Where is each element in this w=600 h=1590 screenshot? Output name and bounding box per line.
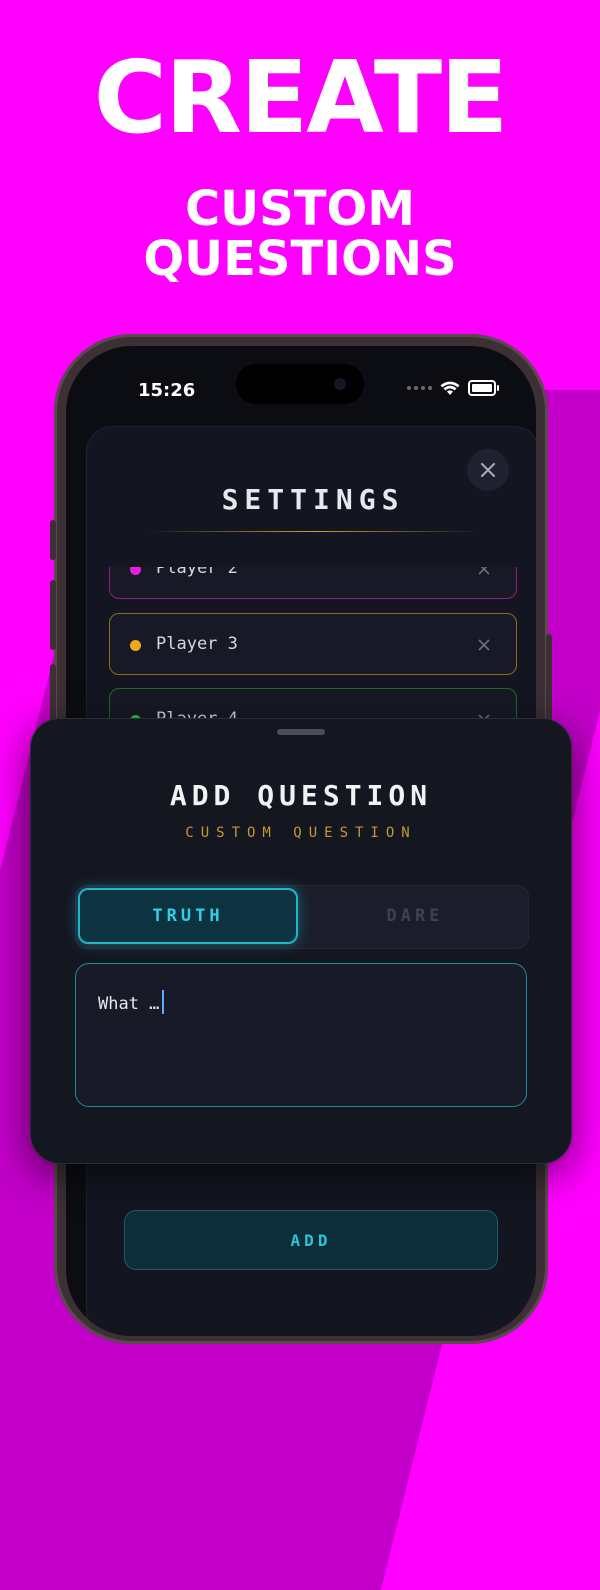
close-icon [481,463,495,477]
remove-player-button[interactable] [478,567,490,580]
player-row[interactable]: Player 2 [109,567,517,599]
add-question-sheet: ADD QUESTION CUSTOM QUESTION TRUTH DARE … [30,718,572,1164]
camera-icon [334,378,346,390]
battery-icon [468,380,499,396]
wifi-icon [440,381,460,395]
player-color-dot [130,640,141,651]
question-input[interactable]: What … [75,963,527,1107]
sheet-handle[interactable] [277,729,325,735]
side-button [50,520,56,560]
close-icon [478,567,490,575]
dynamic-island [236,364,364,404]
sheet-title: ADD QUESTION [169,779,433,812]
status-time: 15:26 [138,380,196,401]
status-icons [407,380,499,396]
promo-subheadline: CUSTOM QUESTIONS [0,184,600,285]
question-text: What … [98,990,165,1014]
player-color-dot [130,567,141,575]
player-name: Player 3 [156,634,238,654]
promo-subheadline-line2: QUESTIONS [143,231,457,288]
player-name: Player 2 [156,567,238,578]
truth-tab[interactable]: TRUTH [78,888,298,944]
text-caret [162,990,165,1014]
remove-player-button[interactable] [478,638,490,656]
player-list: Player 2 Player 3 Player 4 [87,567,536,732]
player-row[interactable]: Player 3 [109,613,517,675]
promo-headline: CREATE [93,39,509,156]
signal-icon [407,386,432,390]
dare-tab[interactable]: DARE [304,888,526,944]
side-button [50,580,56,650]
settings-title: SETTINGS [221,483,405,516]
add-button[interactable]: ADD [124,1210,498,1270]
promo-subheadline-line1: CUSTOM [184,181,416,237]
sheet-subtitle: CUSTOM QUESTION [185,825,417,841]
question-type-selector: TRUTH DARE [75,885,529,949]
close-icon [478,639,490,651]
question-value: What … [98,994,160,1014]
title-divider [147,531,481,532]
